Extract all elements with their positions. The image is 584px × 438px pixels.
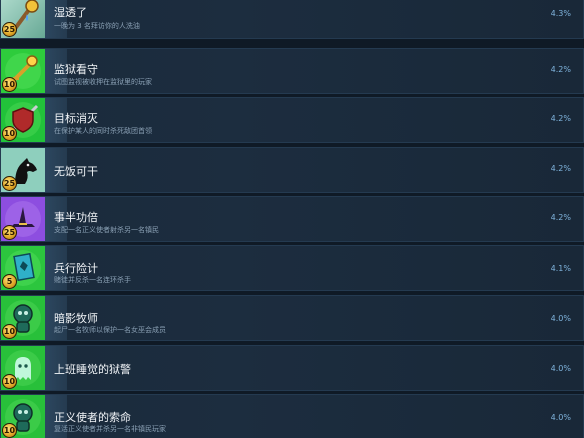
achievement-description: 一晚为 3 名拜访你的人洗油 (54, 22, 140, 30)
achievement-title: 上班睡觉的狱警 (54, 363, 131, 376)
achievement-title: 目标消灭 (54, 112, 98, 125)
achievement-title: 暗影牧师 (54, 312, 98, 325)
card-icon: 5 (1, 246, 45, 290)
horse-head-icon: 25 (1, 148, 45, 192)
achievement-percent: 4.1% (550, 264, 571, 273)
achievement-list: 25 湿透了 一晚为 3 名拜访你的人洗油 4.3% 10 监狱看守 试图监视被… (0, 0, 584, 438)
ghost-icon: 10 (1, 346, 45, 390)
achievement-description: 支配一名正义使者射杀另一名镇民 (54, 226, 159, 234)
achievement-percent: 4.0% (550, 364, 571, 373)
achievement-description: 起尸一名牧师以保护一名女巫会成员 (54, 326, 166, 334)
achievement-row[interactable]: 10 监狱看守 试图监视被收押在监狱里的玩家 4.2% (0, 48, 584, 94)
achievement-title: 监狱看守 (54, 63, 98, 76)
points-badge: 10 (2, 374, 17, 389)
points-badge: 10 (2, 324, 17, 339)
achievement-row[interactable]: 10 暗影牧师 起尸一名牧师以保护一名女巫会成员 4.0% (0, 295, 584, 341)
achievement-row[interactable]: 10 上班睡觉的狱警 4.0% (0, 345, 584, 391)
shield-sword-icon: 10 (1, 98, 45, 142)
achievement-percent: 4.0% (550, 314, 571, 323)
witch-hat-icon: 25 (1, 197, 45, 241)
points-badge: 10 (2, 77, 17, 92)
achievement-description: 试图监视被收押在监狱里的玩家 (54, 78, 152, 86)
achievement-description: 赌徒并反杀一名连环杀手 (54, 276, 131, 284)
points-badge: 25 (2, 176, 17, 191)
points-badge: 5 (2, 274, 17, 289)
achievement-title: 兵行险计 (54, 262, 98, 275)
achievement-title: 无饭可干 (54, 165, 98, 178)
points-badge: 10 (2, 423, 17, 438)
achievement-row[interactable]: 10 正义使者的索命 复活正义使者并杀另一名非镇民玩家 4.0% (0, 394, 584, 438)
achievement-percent: 4.2% (550, 213, 571, 222)
achievement-description: 在保护某人的同时杀死敌团首领 (54, 127, 152, 135)
achievement-row[interactable]: 25 事半功倍 支配一名正义使者射杀另一名镇民 4.2% (0, 196, 584, 242)
dripping-staff-icon: 25 (1, 0, 45, 38)
points-badge: 10 (2, 126, 17, 141)
achievement-row[interactable]: 25 无饭可干 4.2% (0, 147, 584, 193)
achievement-row[interactable]: 10 目标消灭 在保护某人的同时杀死敌团首领 4.2% (0, 97, 584, 143)
achievement-row[interactable]: 5 兵行险计 赌徒并反杀一名连环杀手 4.1% (0, 245, 584, 291)
achievement-percent: 4.2% (550, 164, 571, 173)
points-badge: 25 (2, 225, 17, 240)
achievement-percent: 4.2% (550, 65, 571, 74)
achievement-title: 湿透了 (54, 6, 87, 19)
achievement-description: 复活正义使者并杀另一名非镇民玩家 (54, 425, 166, 433)
achievement-percent: 4.0% (550, 413, 571, 422)
achievement-title: 事半功倍 (54, 211, 98, 224)
achievement-row[interactable]: 25 湿透了 一晚为 3 名拜访你的人洗油 4.3% (0, 0, 584, 39)
zombie-icon: 10 (1, 296, 45, 340)
jail-key-icon: 10 (1, 49, 45, 93)
points-badge: 25 (2, 22, 17, 37)
achievement-title: 正义使者的索命 (54, 411, 131, 424)
achievement-percent: 4.3% (550, 9, 571, 18)
achievement-percent: 4.2% (550, 114, 571, 123)
zombie-icon: 10 (1, 395, 45, 438)
